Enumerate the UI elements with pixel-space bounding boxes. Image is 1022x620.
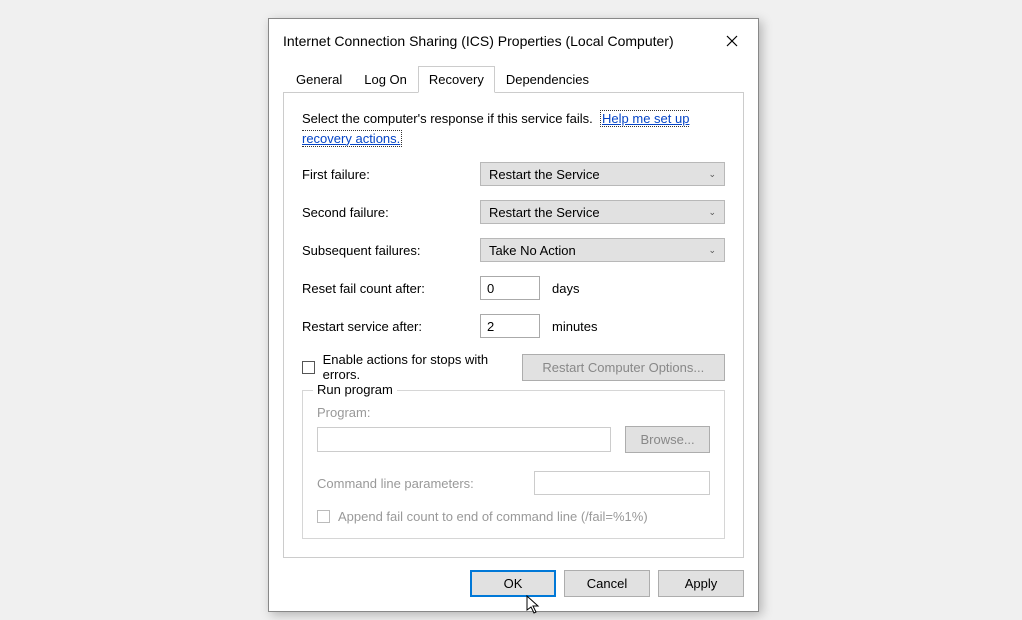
row-restart-after: Restart service after: minutes [302, 314, 725, 338]
apply-button[interactable]: Apply [658, 570, 744, 597]
restart-computer-options-button[interactable]: Restart Computer Options... [522, 354, 725, 381]
program-label: Program: [317, 405, 710, 420]
reset-count-unit: days [552, 281, 579, 296]
tab-dependencies[interactable]: Dependencies [495, 66, 600, 93]
tab-strip: General Log On Recovery Dependencies [283, 65, 744, 93]
program-input [317, 427, 611, 452]
append-fail-checkbox [317, 510, 330, 523]
subsequent-failures-value: Take No Action [489, 243, 576, 258]
row-append-fail: Append fail count to end of command line… [317, 509, 710, 524]
close-button[interactable] [720, 29, 744, 53]
intro-static: Select the computer's response if this s… [302, 111, 593, 126]
row-reset-count: Reset fail count after: days [302, 276, 725, 300]
titlebar: Internet Connection Sharing (ICS) Proper… [269, 19, 758, 61]
run-program-group: Run program Program: Browse... Command l… [302, 390, 725, 539]
dialog-footer: OK Cancel Apply [269, 558, 758, 611]
intro-text: Select the computer's response if this s… [302, 109, 725, 148]
tab-logon[interactable]: Log On [353, 66, 418, 93]
reset-count-input[interactable] [480, 276, 540, 300]
restart-after-label: Restart service after: [302, 319, 480, 334]
tab-recovery[interactable]: Recovery [418, 66, 495, 93]
dialog-title: Internet Connection Sharing (ICS) Proper… [283, 33, 674, 49]
tab-control: General Log On Recovery Dependencies Sel… [283, 65, 744, 558]
chevron-down-icon: ⌄ [708, 207, 716, 218]
run-program-legend: Run program [313, 382, 397, 397]
tab-general[interactable]: General [285, 66, 353, 93]
subsequent-failures-dropdown[interactable]: Take No Action ⌄ [480, 238, 725, 262]
reset-count-label: Reset fail count after: [302, 281, 480, 296]
append-fail-label: Append fail count to end of command line… [338, 509, 648, 524]
row-subsequent-failures: Subsequent failures: Take No Action ⌄ [302, 238, 725, 262]
enable-stops-checkbox[interactable] [302, 361, 315, 374]
second-failure-label: Second failure: [302, 205, 480, 220]
cmdline-input [534, 471, 710, 495]
browse-button[interactable]: Browse... [625, 426, 710, 453]
enable-stops-label: Enable actions for stops with errors. [323, 352, 522, 382]
properties-dialog: Internet Connection Sharing (ICS) Proper… [268, 18, 759, 612]
ok-button[interactable]: OK [470, 570, 556, 597]
second-failure-value: Restart the Service [489, 205, 600, 220]
cmdline-label: Command line parameters: [317, 476, 534, 491]
row-first-failure: First failure: Restart the Service ⌄ [302, 162, 725, 186]
cancel-button[interactable]: Cancel [564, 570, 650, 597]
first-failure-label: First failure: [302, 167, 480, 182]
subsequent-failures-label: Subsequent failures: [302, 243, 480, 258]
first-failure-dropdown[interactable]: Restart the Service ⌄ [480, 162, 725, 186]
tab-page-recovery: Select the computer's response if this s… [283, 93, 744, 558]
row-second-failure: Second failure: Restart the Service ⌄ [302, 200, 725, 224]
row-cmdline: Command line parameters: [317, 471, 710, 495]
second-failure-dropdown[interactable]: Restart the Service ⌄ [480, 200, 725, 224]
restart-after-unit: minutes [552, 319, 598, 334]
close-icon [726, 35, 738, 47]
chevron-down-icon: ⌄ [708, 169, 716, 180]
first-failure-value: Restart the Service [489, 167, 600, 182]
row-enable-stops: Enable actions for stops with errors. Re… [302, 352, 725, 382]
chevron-down-icon: ⌄ [708, 245, 716, 256]
restart-after-input[interactable] [480, 314, 540, 338]
